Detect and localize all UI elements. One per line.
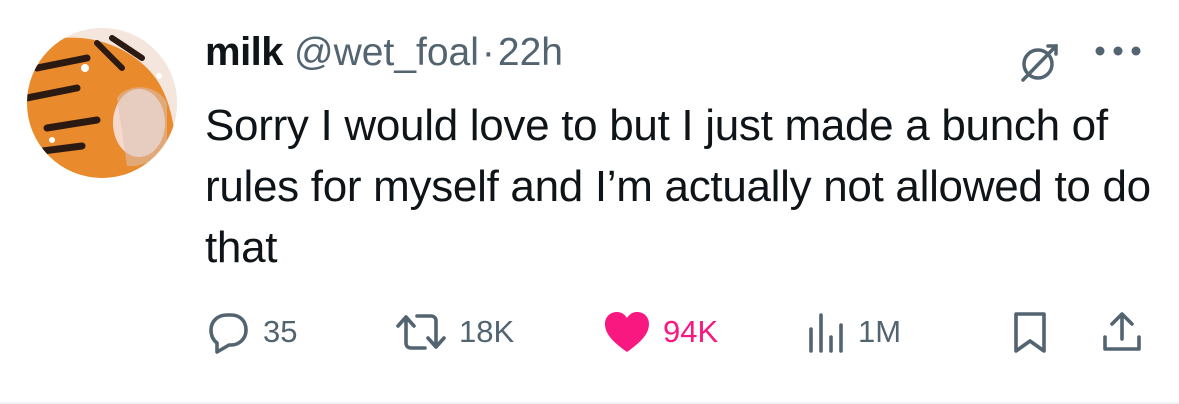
display-name[interactable]: milk (205, 30, 284, 75)
reply-button[interactable]: 35 (205, 306, 297, 358)
like-button[interactable]: 94K (603, 306, 718, 358)
repost-button[interactable]: 18K (395, 306, 514, 358)
heart-icon (605, 312, 649, 352)
timestamp[interactable]: 22h (498, 31, 563, 75)
repost-count: 18K (459, 314, 515, 349)
share-button[interactable] (1100, 306, 1144, 358)
tweet-header: milk @wet_foal · 22h (205, 30, 563, 82)
like-count: 94K (663, 314, 719, 349)
bookmark-button[interactable] (1010, 306, 1050, 358)
tweet[interactable]: milk @wet_foal · 22h Sorry I would love … (0, 0, 1179, 404)
separator-dot: · (481, 31, 495, 74)
views-button[interactable]: 1M (806, 306, 901, 358)
more-icon[interactable] (1092, 44, 1144, 58)
reply-icon (209, 313, 248, 354)
reply-count: 35 (263, 314, 298, 349)
views-icon (809, 313, 843, 353)
bookmark-icon (1014, 312, 1046, 353)
share-icon (1103, 312, 1141, 351)
user-handle[interactable]: @wet_foal (294, 31, 479, 75)
repost-icon (396, 314, 446, 350)
avatar[interactable] (27, 28, 177, 178)
tweet-text: Sorry I would love to but I just made a … (205, 101, 1151, 272)
views-count: 1M (858, 314, 902, 349)
grok-icon[interactable] (1018, 42, 1060, 84)
